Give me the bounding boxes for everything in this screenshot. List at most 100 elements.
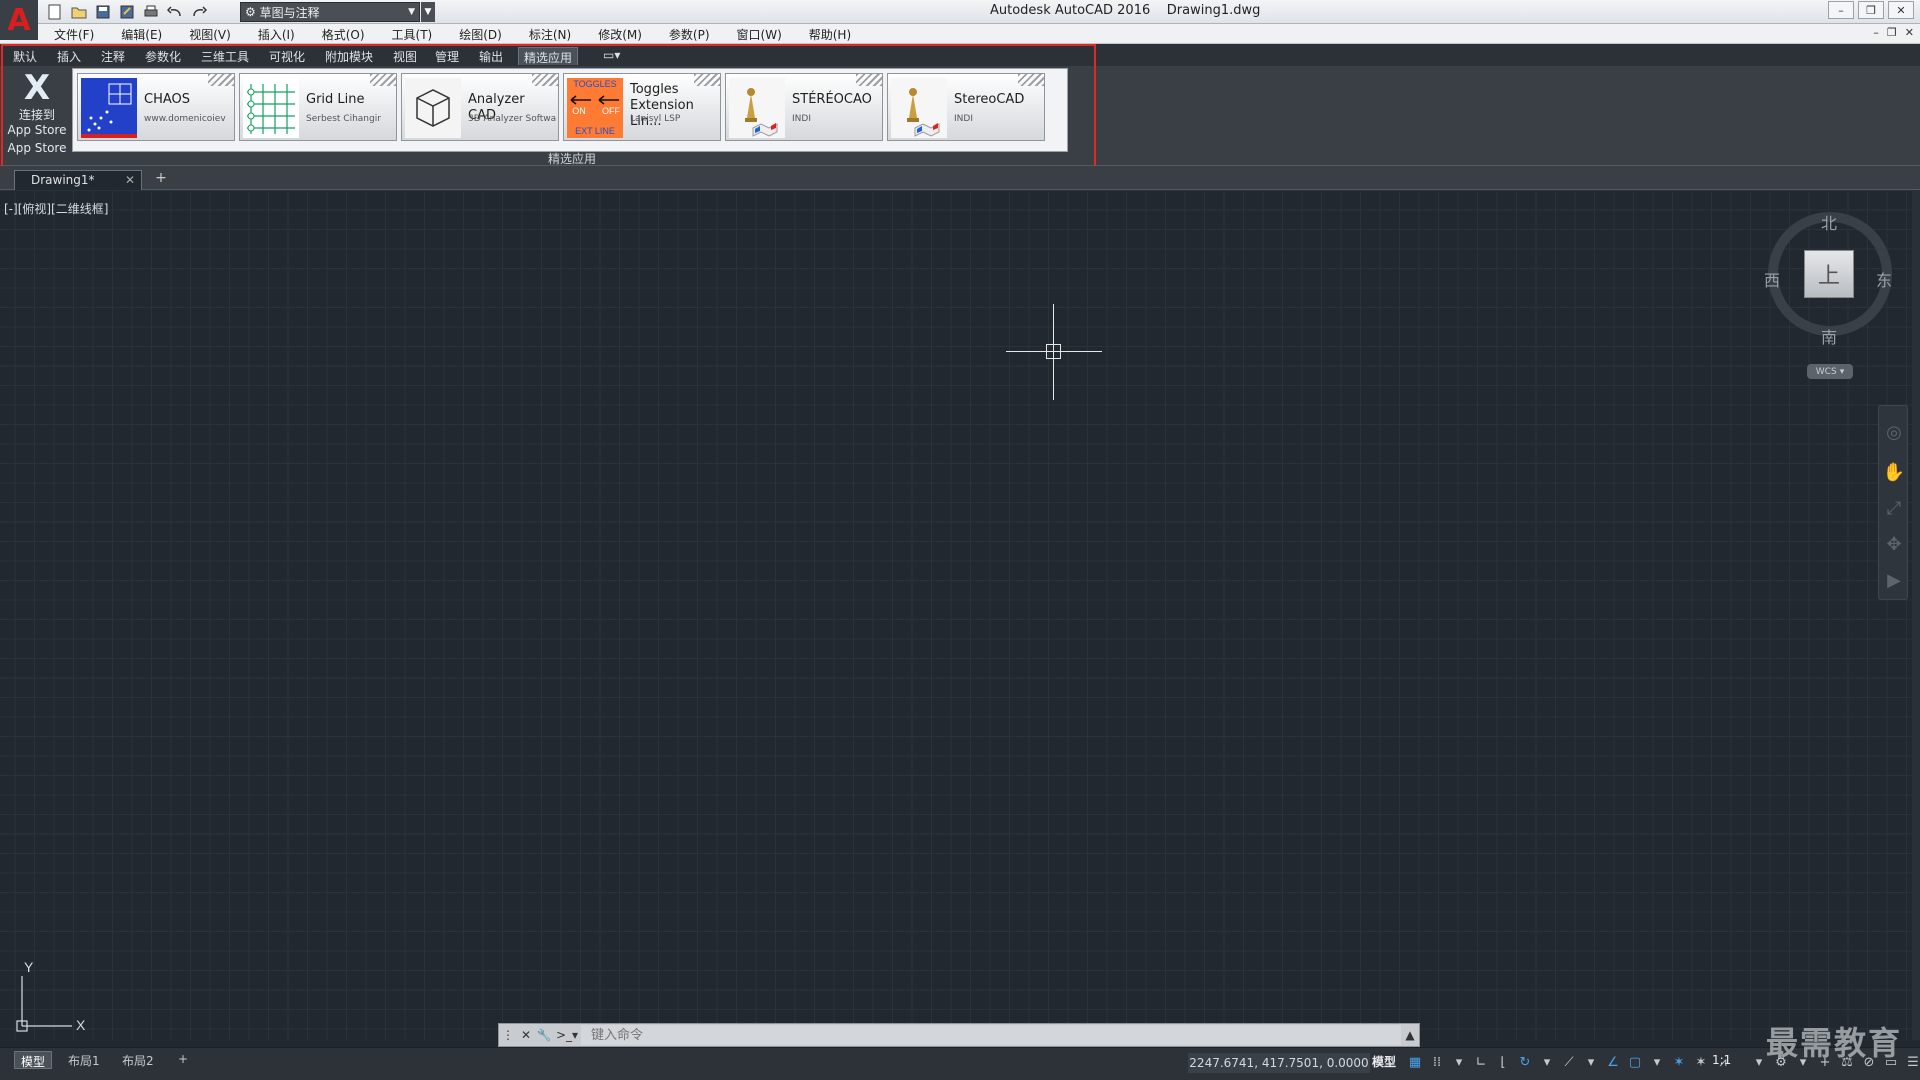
orbit-icon[interactable]: ✥ [1879, 534, 1909, 555]
tab-view[interactable]: 视图 [388, 47, 422, 65]
zoom-extents-icon[interactable]: ⤢ [1879, 498, 1909, 519]
workspace-selector[interactable]: ⚙ 草图与注释 ▼ [240, 2, 420, 22]
doc-restore-button[interactable]: ❐ [1887, 26, 1897, 39]
annotation-visibility-icon[interactable]: ✶ [1668, 1052, 1690, 1072]
compass-west[interactable]: 西 [1764, 267, 1780, 291]
document-tab[interactable]: Drawing1* ✕ [14, 170, 142, 190]
connect-app-store-button[interactable]: X 连接到 App Store App Store [4, 70, 70, 164]
app-tile-toggles-extension[interactable]: TOGGLES ON OFF EXT LINE Toggles Extension L… [563, 73, 721, 141]
customize-qat-button[interactable]: ▼ [421, 2, 435, 22]
app-tile-analyzer-cad[interactable]: Analyzer CAD 3D Analyzer Softwa [401, 73, 559, 141]
osnap-menu-chevron-icon[interactable]: ▾ [1646, 1052, 1668, 1072]
menu-dimension[interactable]: 标注(N) [529, 26, 583, 43]
tab-addins[interactable]: 附加模块 [320, 47, 378, 65]
tab-layout1[interactable]: 布局1 [62, 1051, 106, 1069]
new-tab-button[interactable]: + [150, 170, 172, 188]
doc-minimize-button[interactable]: – [1873, 26, 1879, 39]
app-name: Autodesk AutoCAD 2016 [990, 3, 1151, 18]
grid-display-icon[interactable]: ▦ [1404, 1052, 1426, 1072]
undo-icon[interactable] [164, 2, 186, 22]
new-file-icon[interactable] [44, 2, 66, 22]
coordinate-display[interactable]: 2247.6741, 417.7501, 0.0000 [1188, 1053, 1370, 1073]
customize-status-bar-icon[interactable]: ☰ [1902, 1052, 1920, 1072]
app-tile-grid-line[interactable]: Grid Line Serbest Cihangir [239, 73, 397, 141]
isometric-menu-chevron-icon[interactable]: ▾ [1580, 1052, 1602, 1072]
tab-insert[interactable]: 插入 [52, 47, 86, 65]
command-input[interactable] [581, 1025, 1401, 1045]
menu-tools[interactable]: 工具(T) [392, 26, 445, 43]
ortho-icon[interactable]: ⌊ [1492, 1052, 1514, 1072]
close-command-line-icon[interactable]: ✕ [517, 1025, 535, 1045]
menu-edit[interactable]: 编辑(E) [121, 26, 174, 43]
menu-format[interactable]: 格式(O) [322, 26, 377, 43]
tab-model[interactable]: 模型 [14, 1051, 53, 1069]
object-snap-tracking-icon[interactable]: ∠ [1602, 1052, 1624, 1072]
infer-constraints-icon[interactable]: ∟ [1470, 1052, 1492, 1072]
viewport-controls[interactable]: [-][俯视][二维线框] [4, 200, 108, 217]
menu-help[interactable]: 帮助(H) [809, 26, 863, 43]
drawing-canvas[interactable] [0, 190, 1912, 1040]
app-name: StereoCAD [954, 92, 1025, 107]
tab-featured-apps[interactable]: 精选应用 [518, 47, 579, 65]
stereo-glasses-icon [891, 78, 947, 138]
app-name: CHAOS [144, 92, 191, 107]
menu-modify[interactable]: 修改(M) [598, 26, 654, 43]
showmotion-icon[interactable]: ▶ [1879, 570, 1909, 591]
app-tile-stereocao[interactable]: STÉRÉOCAO INDI [725, 73, 883, 141]
viewcube-top-face[interactable]: 上 [1804, 250, 1854, 298]
command-history-icon[interactable]: ▲ [1401, 1025, 1419, 1045]
menu-view[interactable]: 视图(V) [189, 26, 243, 43]
polar-menu-chevron-icon[interactable]: ▾ [1536, 1052, 1558, 1072]
customize-wrench-icon[interactable]: 🔧 [535, 1025, 553, 1045]
tab-visualize[interactable]: 可视化 [264, 47, 310, 65]
minimize-button[interactable]: – [1828, 1, 1854, 19]
tab-default[interactable]: 默认 [8, 47, 42, 65]
compass-east[interactable]: 东 [1876, 267, 1892, 291]
add-layout-button[interactable]: + [172, 1051, 194, 1069]
polar-tracking-icon[interactable]: ↻ [1514, 1052, 1536, 1072]
tab-output[interactable]: 输出 [474, 47, 508, 65]
pan-hand-icon[interactable]: ✋ [1879, 462, 1909, 483]
save-icon[interactable] [92, 2, 114, 22]
close-button[interactable]: ✕ [1888, 1, 1914, 19]
tab-manage[interactable]: 管理 [430, 47, 464, 65]
print-icon[interactable] [140, 2, 162, 22]
app-author: INDI [792, 114, 811, 124]
recent-commands-icon[interactable]: >_▾ [553, 1025, 581, 1045]
save-as-icon[interactable] [116, 2, 138, 22]
file-name: Drawing1.dwg [1166, 3, 1261, 18]
open-folder-icon[interactable] [68, 2, 90, 22]
application-menu-button[interactable]: A [0, 0, 38, 40]
ucs-x-label: X [76, 1017, 86, 1033]
tab-3d-tools[interactable]: 三维工具 [196, 47, 254, 65]
model-space-toggle[interactable]: 模型 [1372, 1053, 1396, 1070]
snap-menu-chevron-icon[interactable]: ▾ [1448, 1052, 1470, 1072]
ribbon-display-toggle-icon[interactable]: ▭▾ [598, 47, 625, 65]
wcs-menu[interactable]: WCS ▾ [1807, 364, 1853, 379]
connect-label-2: App Store [7, 123, 67, 137]
app-tile-stereocad[interactable]: StereoCAD INDI [887, 73, 1045, 141]
annotation-scale-value[interactable]: 1:1 [1712, 1053, 1731, 1067]
compass-south[interactable]: 南 [1821, 324, 1837, 348]
menu-insert[interactable]: 插入(I) [258, 26, 307, 43]
vertical-scrollbar[interactable] [1912, 190, 1920, 1040]
tab-annotate[interactable]: 注释 [96, 47, 130, 65]
auto-scale-icon[interactable]: ✶ [1690, 1052, 1712, 1072]
snap-mode-icon[interactable]: ⁞⁞ [1426, 1052, 1448, 1072]
menu-parametric[interactable]: 参数(P) [669, 26, 722, 43]
close-tab-icon[interactable]: ✕ [125, 173, 135, 187]
menu-draw[interactable]: 绘图(D) [459, 26, 514, 43]
tab-layout2[interactable]: 布局2 [116, 1051, 160, 1069]
restore-button[interactable]: ❐ [1858, 1, 1884, 19]
redo-icon[interactable] [188, 2, 210, 22]
compass-north[interactable]: 北 [1821, 210, 1837, 234]
steering-wheel-icon[interactable]: ◎ [1879, 422, 1909, 443]
menu-window[interactable]: 窗口(W) [737, 26, 794, 43]
app-tile-chaos[interactable]: CHAOS www.domenicoiev [77, 73, 235, 141]
doc-close-button[interactable]: ✕ [1905, 26, 1914, 39]
object-snap-icon[interactable]: ▢ [1624, 1052, 1646, 1072]
isometric-drafting-icon[interactable]: ⟋ [1558, 1052, 1580, 1072]
drag-grip-icon[interactable]: ⋮ [499, 1025, 517, 1045]
menu-file[interactable]: 文件(F) [54, 26, 106, 43]
tab-parametric[interactable]: 参数化 [140, 47, 186, 65]
